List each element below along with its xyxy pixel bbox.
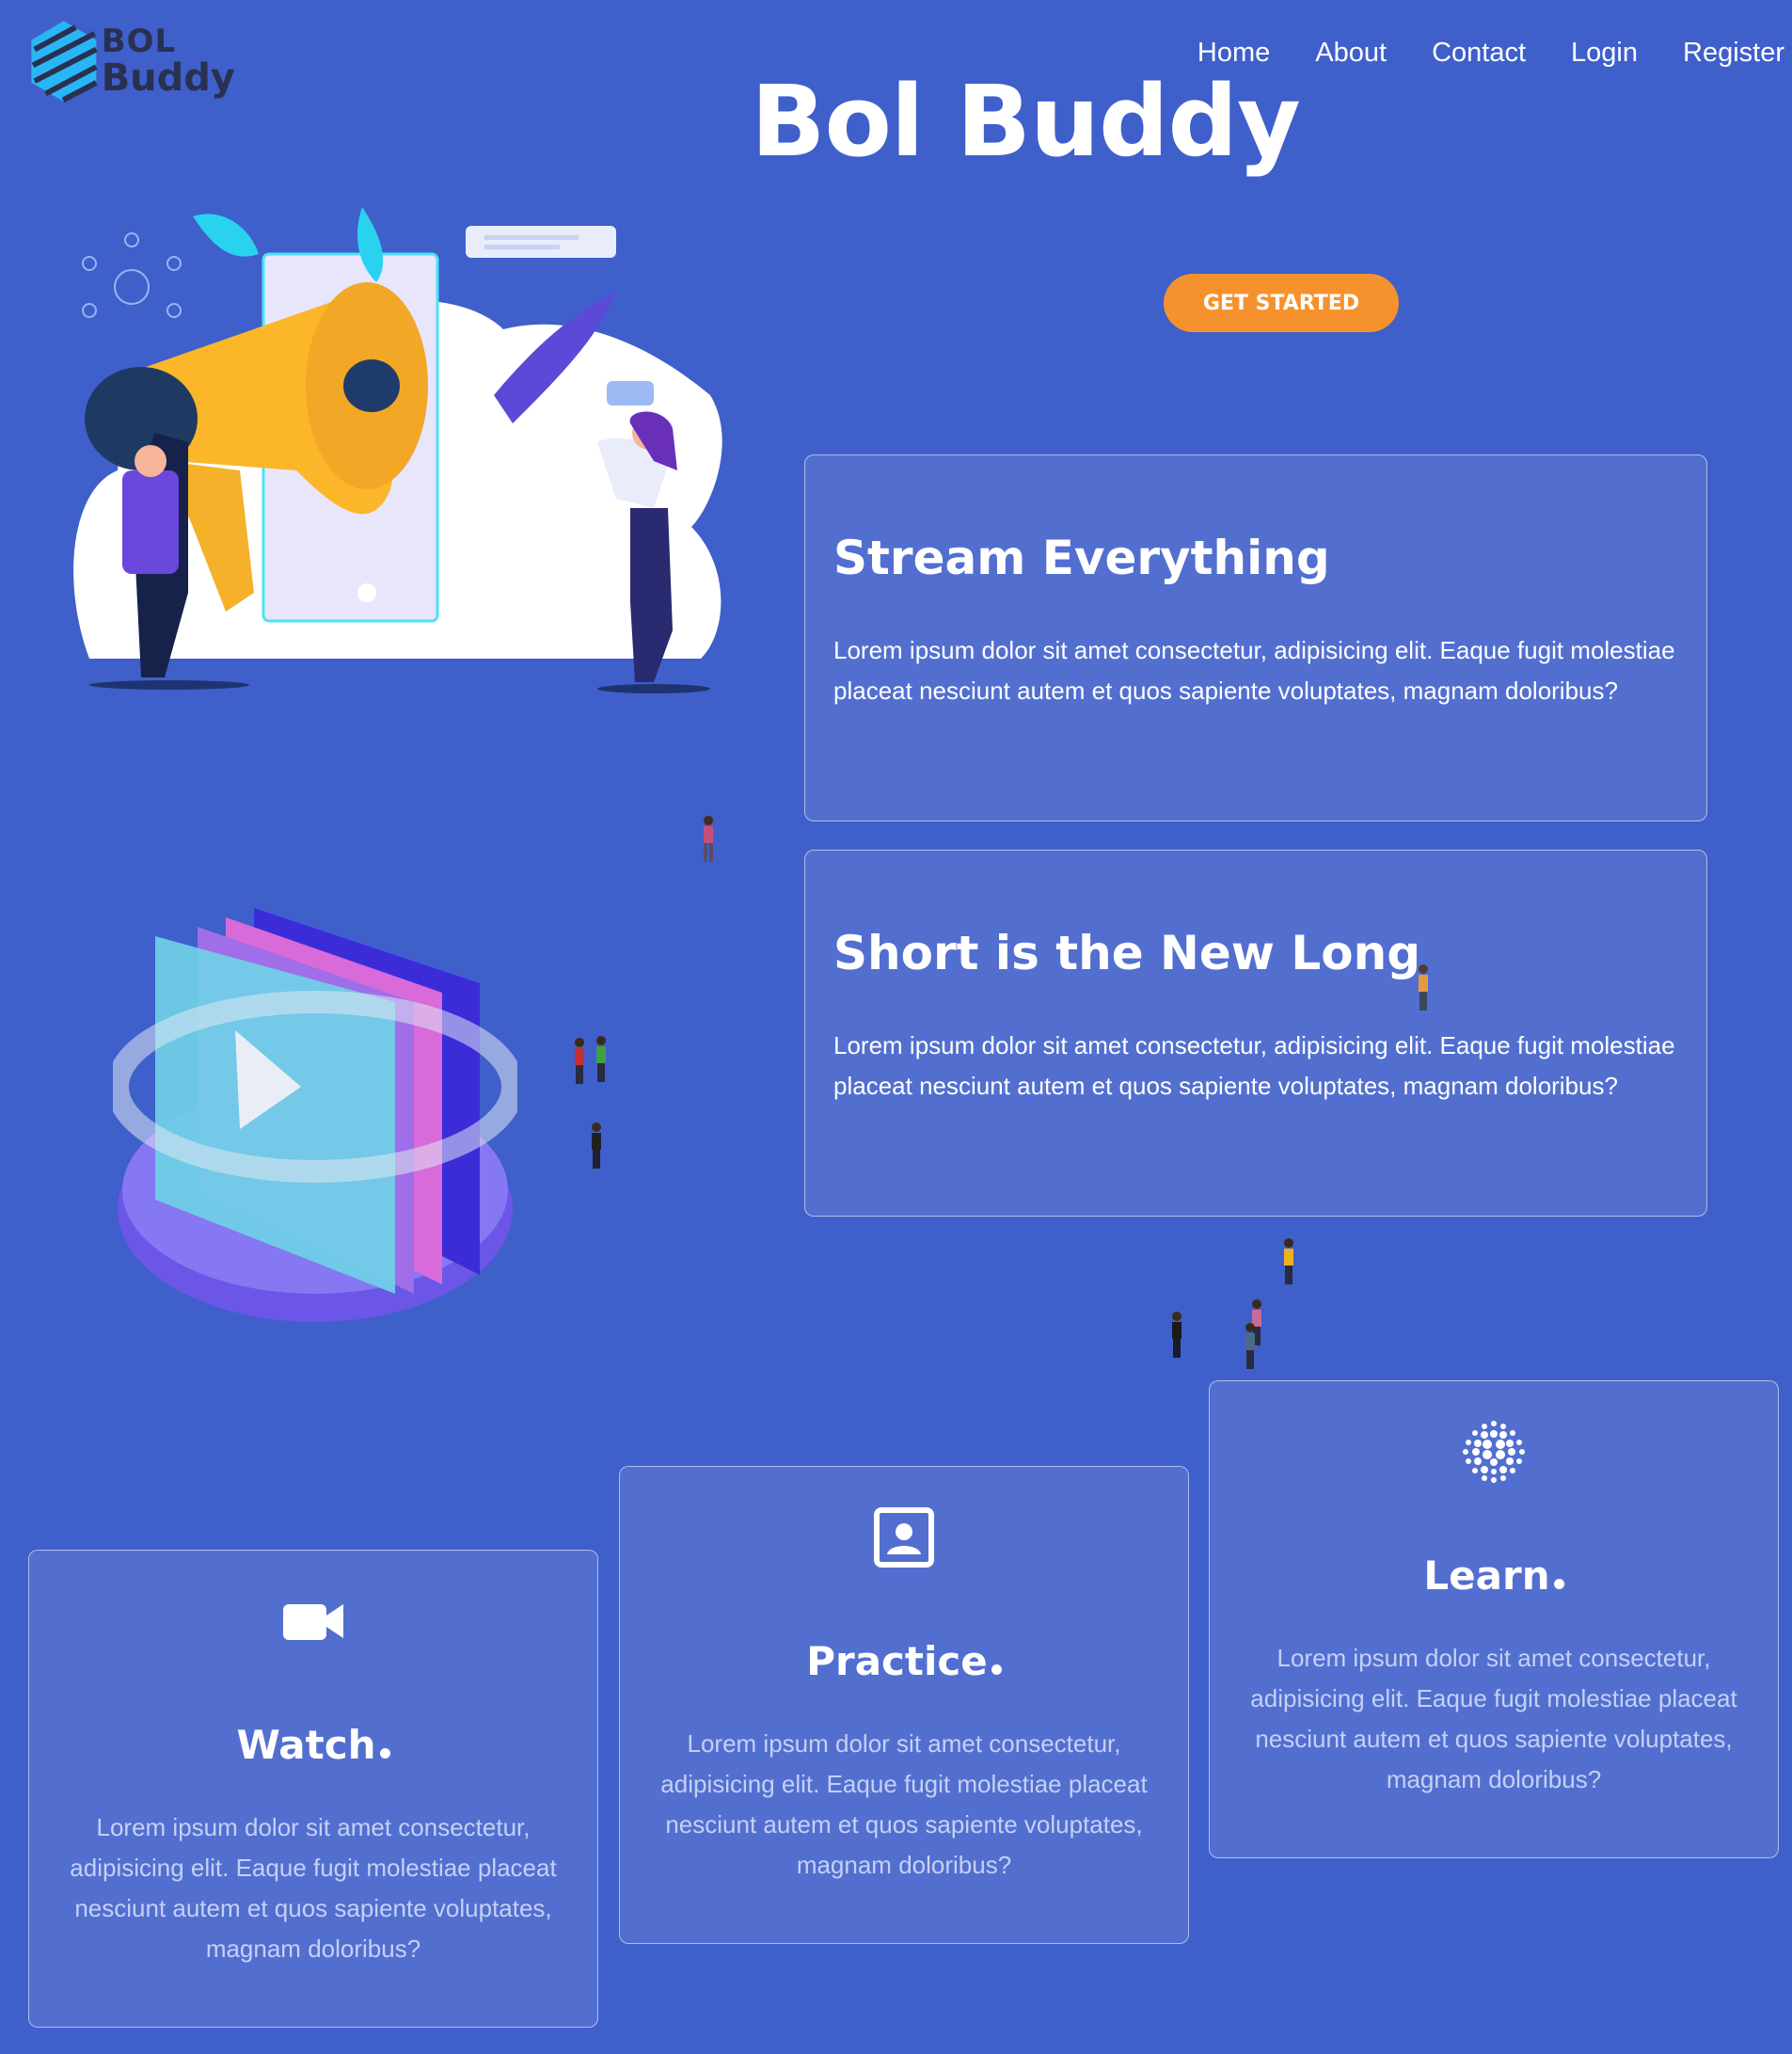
- card-title-text: Practice: [806, 1638, 988, 1684]
- logo-line1: BOL: [101, 22, 177, 60]
- user-portrait-icon: [648, 1505, 1160, 1570]
- person-figure: [1172, 1312, 1181, 1358]
- title-dot: [379, 1748, 390, 1759]
- person-figure: [596, 1036, 606, 1082]
- person-figure: [575, 1038, 584, 1084]
- feature-card-short: Short is the New Long Lorem ipsum dolor …: [804, 850, 1707, 1217]
- page-title: Bol Buddy: [751, 64, 1301, 179]
- title-dot: [1553, 1579, 1564, 1589]
- card-text: Lorem ipsum dolor sit amet consectetur, …: [660, 1729, 1148, 1879]
- person-figure: [592, 1123, 601, 1169]
- video-stack-illustration: [113, 908, 517, 1322]
- video-camera-icon: [57, 1588, 569, 1654]
- card-title: Practice: [648, 1638, 1160, 1684]
- megaphone-illustration: [73, 207, 722, 693]
- card-practice: Practice Lorem ipsum dolor sit amet cons…: [619, 1466, 1189, 1944]
- person-figure: [1245, 1323, 1255, 1369]
- dot-grid-icon: [1238, 1419, 1750, 1485]
- card-learn: Learn Lorem ipsum dolor sit amet consect…: [1209, 1380, 1779, 1858]
- card-title-text: Watch: [236, 1722, 376, 1768]
- feature-card-stream: Stream Everything Lorem ipsum dolor sit …: [804, 454, 1707, 821]
- card-text: Lorem ipsum dolor sit amet consectetur, …: [70, 1813, 557, 1963]
- feature-text: Lorem ipsum dolor sit amet consectetur, …: [833, 1031, 1675, 1100]
- card-title-text: Learn: [1423, 1552, 1550, 1599]
- card-title: Learn: [1238, 1552, 1750, 1599]
- title-dot: [991, 1664, 1002, 1675]
- card-text: Lorem ipsum dolor sit amet consectetur, …: [1250, 1644, 1737, 1793]
- feature-title: Short is the New Long: [833, 926, 1420, 980]
- feature-text: Lorem ipsum dolor sit amet consectetur, …: [833, 636, 1675, 705]
- person-figure: [1284, 1238, 1293, 1284]
- person-figure: [704, 816, 713, 862]
- feature-title: Stream Everything: [833, 531, 1330, 585]
- card-watch: Watch Lorem ipsum dolor sit amet consect…: [28, 1550, 598, 2028]
- get-started-button[interactable]: GET STARTED: [1164, 274, 1399, 332]
- card-title: Watch: [57, 1722, 569, 1768]
